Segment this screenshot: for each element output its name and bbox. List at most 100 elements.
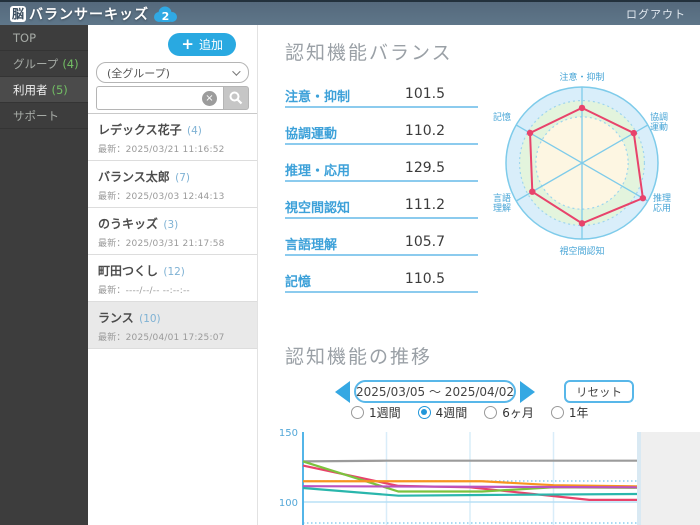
user-panel: + 追加 (全グループ) × レデックス花子 (4) 最新：2025/03/21 … [88, 25, 258, 525]
sidebar-item-利用者[interactable]: 利用者 (5) [0, 77, 88, 103]
sidebar-item-count: (4) [62, 56, 79, 71]
chart-right-strip [637, 432, 641, 525]
date-range-display[interactable]: 2025/03/05 ～ 2025/04/02 [354, 380, 516, 403]
trend-section-title: 認知機能の推移 [285, 346, 433, 368]
metric-value: 129.5 [404, 160, 445, 176]
app-logo: 脳 バランサーキッズ 2 [10, 4, 178, 24]
main-content: 認知機能バランス 注意・抑制 101.5 協調運動 110.2 推理・応用 129.5 視空… [258, 25, 700, 525]
period-radio-6ヶ月[interactable]: 6ヶ月 [484, 404, 534, 421]
radio-circle-icon [417, 406, 431, 419]
radio-circle-icon [484, 406, 498, 419]
sidebar-item-label: TOP [13, 30, 37, 45]
trend-series-推理・応用 [302, 459, 637, 463]
metric-row: 協調運動 110.2 [285, 123, 478, 160]
user-list-item[interactable]: 町田つくし (12) 最新：----/--/-- --:--:-- [88, 255, 257, 302]
user-record-count: (12) [160, 266, 185, 278]
logo-title: バランサーキッズ [29, 6, 149, 23]
metric-value: 110.2 [404, 123, 445, 139]
magnifier-icon [229, 91, 243, 105]
sidebar-item-count: (5) [51, 82, 68, 97]
user-latest-date: 最新：----/--/-- --:--:-- [98, 286, 190, 296]
radar-data-point [630, 129, 638, 137]
radar-axis-label: 言語理解 [493, 192, 511, 214]
app-header: 脳 バランサーキッズ 2 ログアウト [0, 0, 700, 25]
group-filter-select[interactable]: (全グループ) [96, 62, 249, 83]
metric-label[interactable]: 推理・応用 [285, 160, 350, 179]
sidebar-item-グループ[interactable]: グループ (4) [0, 51, 88, 77]
sidebar-nav: TOP グループ (4) 利用者 (5) サポート [0, 25, 88, 525]
cognitive-balance-radar-chart: 注意・抑制協調運動推理応用視空間認知 言語理解 記憶 [493, 71, 671, 257]
next-period-arrow[interactable] [520, 381, 535, 403]
radio-label: 4週間 [435, 406, 468, 420]
chart-right-gutter [641, 432, 700, 525]
period-radio-4週間[interactable]: 4週間 [417, 404, 468, 421]
chevron-down-icon [232, 66, 241, 76]
metric-list: 注意・抑制 101.5 協調運動 110.2 推理・応用 129.5 視空間認知 111.2 言… [285, 86, 478, 308]
radio-circle-icon [351, 406, 364, 419]
period-radio-group: 1週間 4週間 6ヶ月 1年 [351, 404, 589, 421]
metric-label[interactable]: 協調運動 [285, 123, 337, 142]
radar-axis-label: 視空間認知 [559, 245, 604, 257]
radar-data-point [578, 220, 586, 227]
radar-axis-label: 推理応用 [653, 192, 671, 214]
user-latest-date: 最新：2025/03/31 21:17:58 [98, 239, 225, 249]
radar-data-point [639, 194, 647, 202]
user-name: ランス (10) [98, 311, 161, 325]
search-bar: × [96, 86, 249, 110]
user-name: のうキッズ (3) [98, 217, 179, 231]
user-latest-date: 最新：2025/03/21 11:16:52 [98, 145, 225, 155]
user-list-item[interactable]: ランス (10) 最新：2025/04/01 17:25:07 [88, 302, 257, 349]
plus-icon: + [181, 35, 194, 53]
user-latest-date: 最新：2025/04/01 17:25:07 [98, 333, 225, 343]
previous-period-arrow[interactable] [335, 381, 350, 403]
period-radio-1週間[interactable]: 1週間 [351, 404, 401, 421]
metric-value: 101.5 [404, 86, 445, 102]
sidebar-item-label: サポート [13, 108, 59, 123]
radio-label: 1週間 [369, 406, 401, 420]
balance-section-title: 認知機能バランス [285, 42, 453, 64]
metric-label[interactable]: 記憶 [285, 271, 311, 290]
metric-value: 111.2 [404, 197, 445, 213]
radio-label: 6ヶ月 [502, 406, 534, 420]
radio-label: 1年 [568, 406, 589, 420]
user-latest-date: 最新：2025/03/03 12:44:13 [98, 192, 225, 202]
metric-label[interactable]: 視空間認知 [285, 197, 350, 216]
reset-button[interactable]: リセット [564, 380, 634, 403]
y-axis-tick-label: 100 [279, 498, 298, 509]
metric-label[interactable]: 言語理解 [285, 234, 337, 253]
user-name: 町田つくし (12) [98, 264, 185, 278]
user-list-item[interactable]: レデックス花子 (4) 最新：2025/03/21 11:16:52 [88, 114, 257, 161]
user-record-count: (10) [135, 313, 161, 325]
radar-axis-label: 協調運動 [650, 111, 668, 133]
sidebar-item-サポート[interactable]: サポート [0, 103, 88, 129]
y-axis-tick-label: 150 [279, 428, 298, 439]
logo-brain-icon: 脳 [10, 5, 26, 22]
app-window: 脳 バランサーキッズ 2 ログアウト TOP グループ (4) 利用者 (5) サポート … [0, 0, 700, 525]
svg-text:2: 2 [162, 10, 170, 23]
radar-data-point [529, 188, 536, 195]
user-name: レデックス花子 (4) [98, 123, 202, 137]
metric-row: 視空間認知 111.2 [285, 197, 478, 234]
user-list-item[interactable]: のうキッズ (3) 最新：2025/03/31 21:17:58 [88, 208, 257, 255]
user-list-item[interactable]: バランス太郎 (7) 最新：2025/03/03 12:44:13 [88, 161, 257, 208]
sidebar-item-top[interactable]: TOP [0, 25, 88, 51]
user-record-count: (4) [183, 125, 202, 137]
metric-label[interactable]: 注意・抑制 [285, 86, 350, 105]
user-list: レデックス花子 (4) 最新：2025/03/21 11:16:52 バランス太郎 … [88, 113, 257, 349]
logout-button[interactable]: ログアウト [626, 6, 686, 22]
clear-search-icon[interactable]: × [202, 91, 217, 106]
trend-series-記憶 [302, 485, 638, 489]
metric-value: 110.5 [404, 271, 445, 287]
metric-row: 推理・応用 129.5 [285, 160, 478, 197]
user-record-count: (7) [171, 172, 190, 184]
user-record-count: (3) [160, 219, 179, 231]
sidebar-item-label: グループ [13, 56, 59, 71]
logo-cloud-2-icon: 2 [154, 6, 177, 23]
radar-axis-label: 注意・抑制 [559, 71, 604, 83]
add-user-button[interactable]: + 追加 [168, 33, 236, 56]
search-button[interactable] [223, 86, 249, 110]
period-radio-1年[interactable]: 1年 [550, 404, 589, 421]
radar-data-point [526, 129, 534, 137]
radar-data-point [578, 104, 586, 112]
sidebar-item-label: 利用者 [13, 82, 48, 97]
